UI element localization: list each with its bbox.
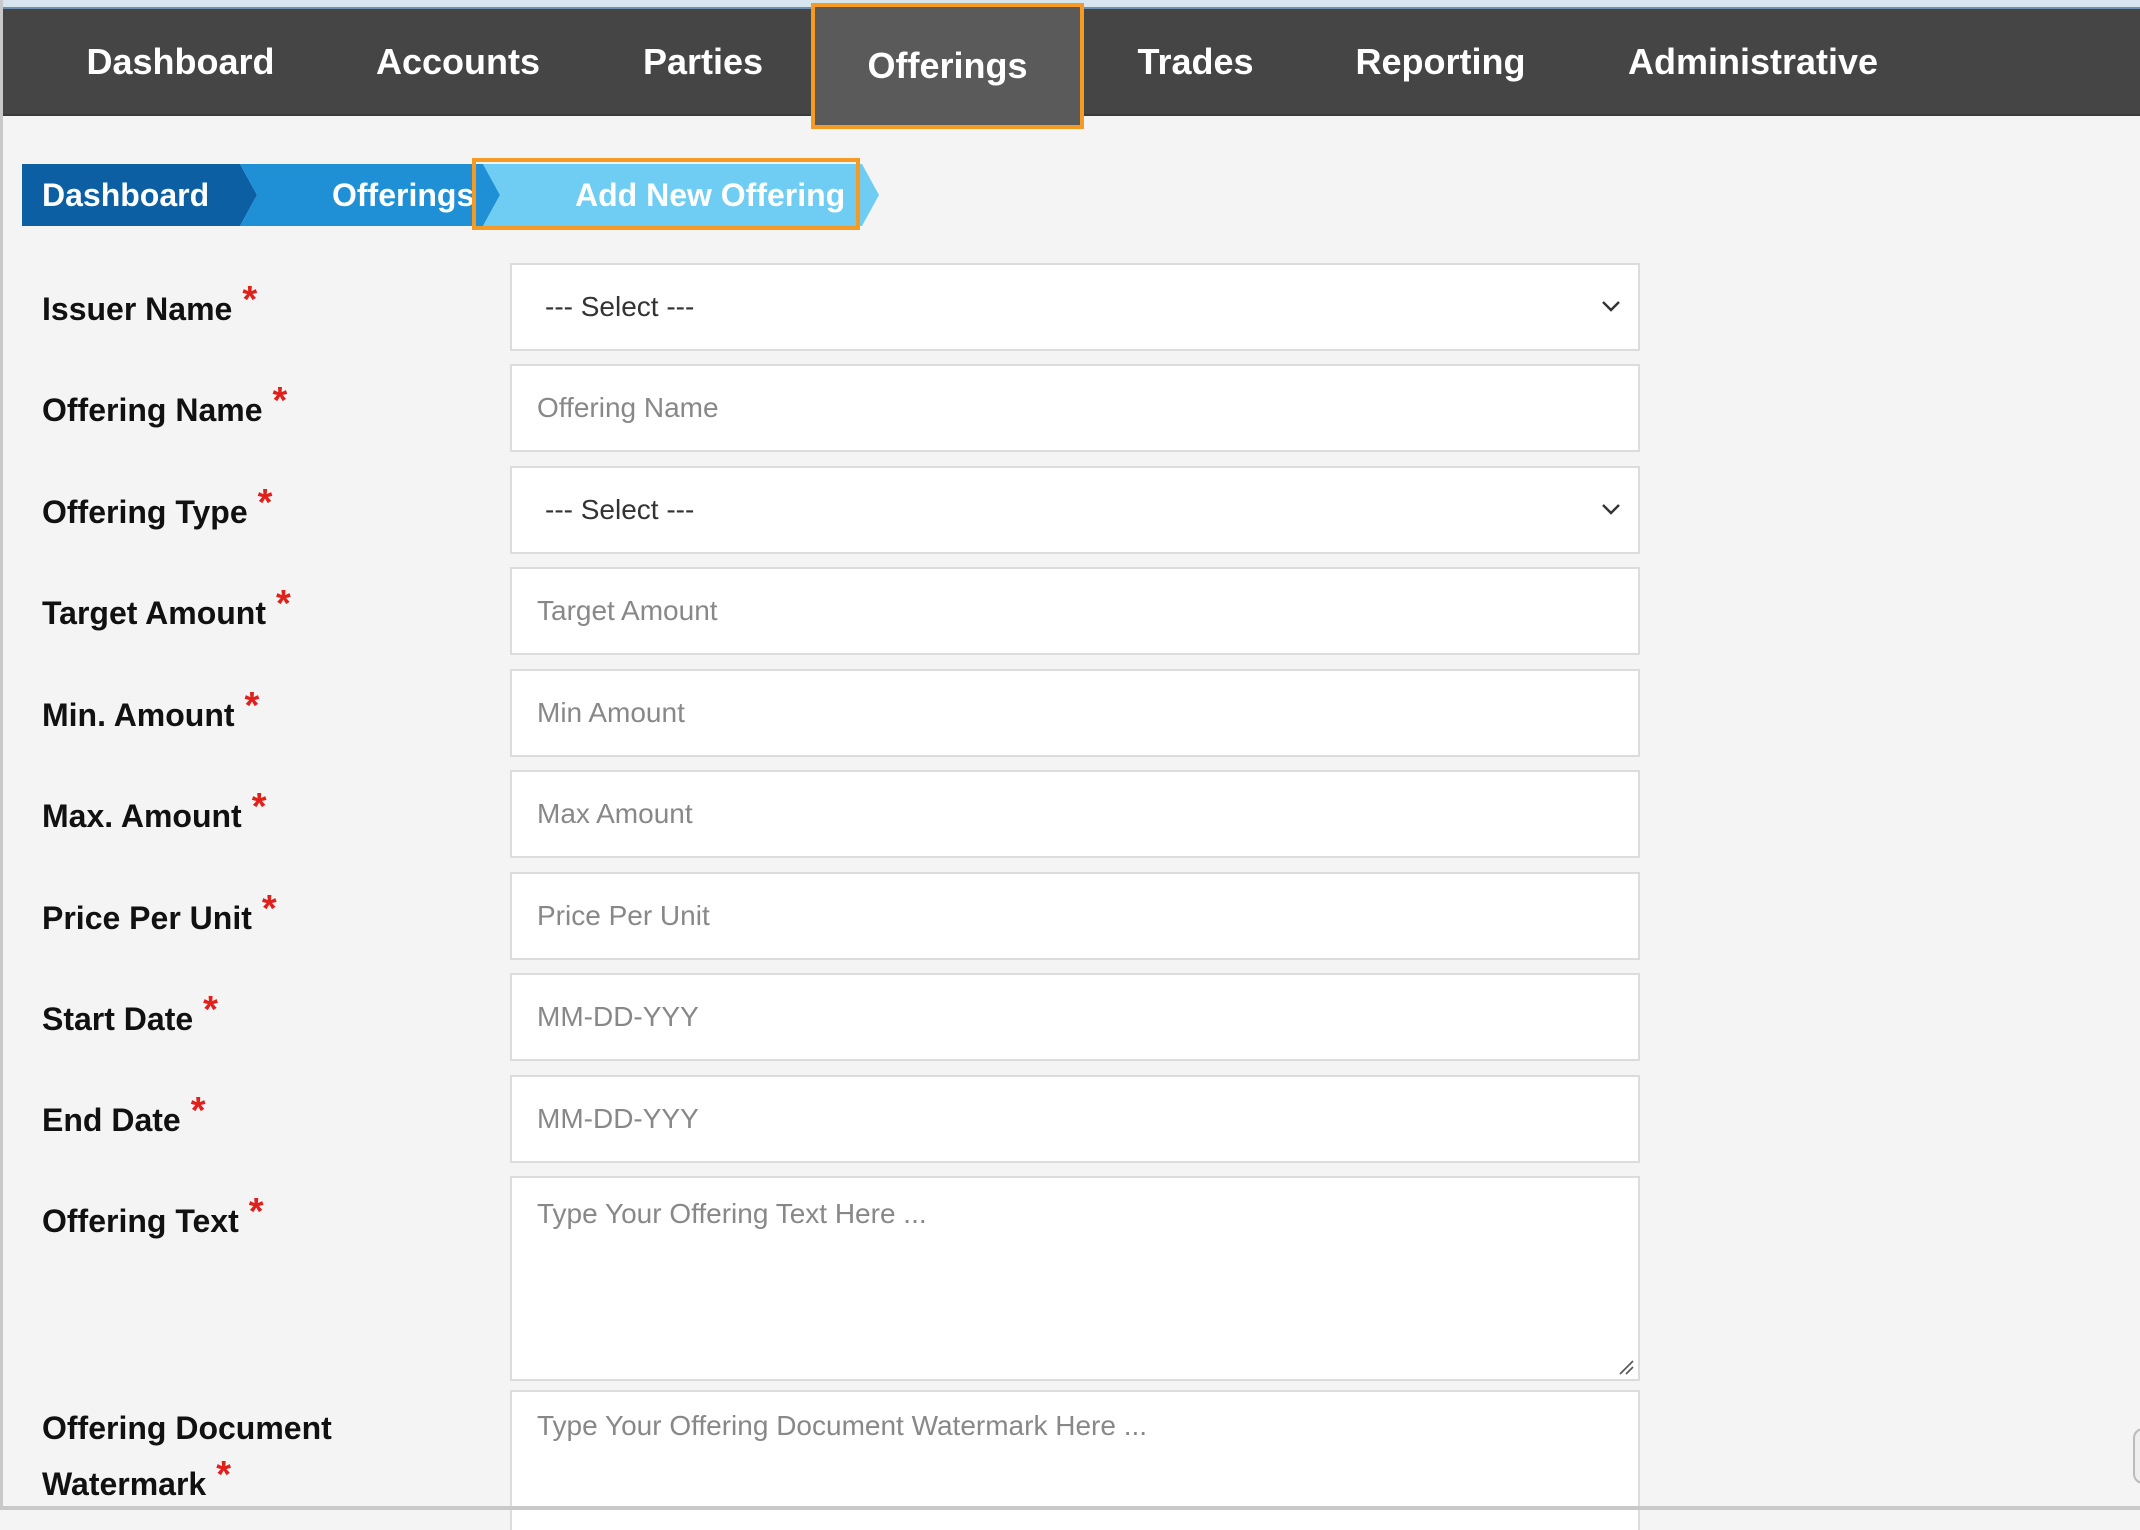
nav-reporting[interactable]: Reporting — [1333, 9, 1548, 114]
target-amount-input[interactable]: Target Amount — [510, 567, 1640, 655]
offering-document-watermark-placeholder: Type Your Offering Document Watermark He… — [537, 1410, 1148, 1441]
required-marker: * — [261, 888, 277, 930]
required-marker: * — [257, 482, 273, 524]
required-marker: * — [190, 1090, 206, 1132]
required-marker: * — [248, 1191, 264, 1233]
label-offering-type: Offering Type * — [42, 482, 273, 530]
chevron-down-icon — [1602, 504, 1620, 515]
breadcrumb-highlight — [472, 158, 860, 230]
label-min-amount: Min. Amount * — [42, 685, 260, 733]
nav-offerings[interactable]: Offerings — [811, 3, 1084, 129]
issuer-name-selected: --- Select --- — [545, 291, 695, 322]
required-marker: * — [216, 1454, 232, 1496]
start-date-input[interactable]: MM-DD-YYY — [510, 973, 1640, 1061]
scrollbar-handle[interactable] — [2133, 1428, 2140, 1484]
label-offering-document-watermark-line1: Offering Document — [42, 1410, 332, 1446]
max-amount-input[interactable]: Max Amount — [510, 770, 1640, 858]
end-date-input[interactable]: MM-DD-YYY — [510, 1075, 1640, 1163]
offering-type-select[interactable]: --- Select --- — [510, 466, 1640, 554]
offering-text-placeholder: Type Your Offering Text Here ... — [537, 1198, 927, 1229]
label-target-amount: Target Amount * — [42, 583, 291, 631]
label-price-per-unit: Price Per Unit * — [42, 888, 277, 936]
nav-accounts[interactable]: Accounts — [353, 9, 563, 114]
nav-dashboard[interactable]: Dashboard — [68, 9, 293, 114]
label-offering-text: Offering Text * — [42, 1191, 264, 1239]
top-navigation: Dashboard Accounts Parties Offerings Tra… — [3, 3, 2140, 129]
window-bottom-edge — [0, 1506, 2140, 1510]
chevron-down-icon — [1602, 301, 1620, 312]
required-marker: * — [275, 583, 291, 625]
label-end-date: End Date * — [42, 1090, 206, 1138]
label-offering-name: Offering Name * — [42, 380, 288, 428]
price-per-unit-input[interactable]: Price Per Unit — [510, 872, 1640, 960]
required-marker: * — [203, 989, 218, 1031]
offering-name-input[interactable]: Offering Name — [510, 364, 1640, 452]
offering-text-textarea[interactable]: Type Your Offering Text Here ... — [510, 1176, 1640, 1381]
required-marker: * — [242, 279, 258, 321]
nav-administrative[interactable]: Administrative — [1613, 9, 1893, 114]
window-left-edge — [0, 0, 3, 1510]
min-amount-input[interactable]: Min Amount — [510, 669, 1640, 757]
issuer-name-select[interactable]: --- Select --- — [510, 263, 1640, 351]
resize-grip-icon[interactable] — [1616, 1357, 1634, 1375]
label-issuer-name: Issuer Name * — [42, 279, 258, 327]
label-start-date: Start Date * — [42, 989, 218, 1037]
nav-parties[interactable]: Parties — [613, 9, 793, 114]
required-marker: * — [251, 786, 267, 828]
required-marker: * — [272, 380, 288, 422]
nav-trades[interactable]: Trades — [1113, 9, 1278, 114]
required-marker: * — [244, 685, 260, 727]
label-max-amount: Max. Amount * — [42, 786, 267, 834]
breadcrumb-dashboard[interactable]: Dashboard — [22, 164, 257, 226]
label-offering-document-watermark-line2: Watermark * — [42, 1454, 232, 1502]
offering-type-selected: --- Select --- — [545, 494, 695, 525]
breadcrumb-offerings[interactable]: Offerings — [240, 164, 500, 226]
